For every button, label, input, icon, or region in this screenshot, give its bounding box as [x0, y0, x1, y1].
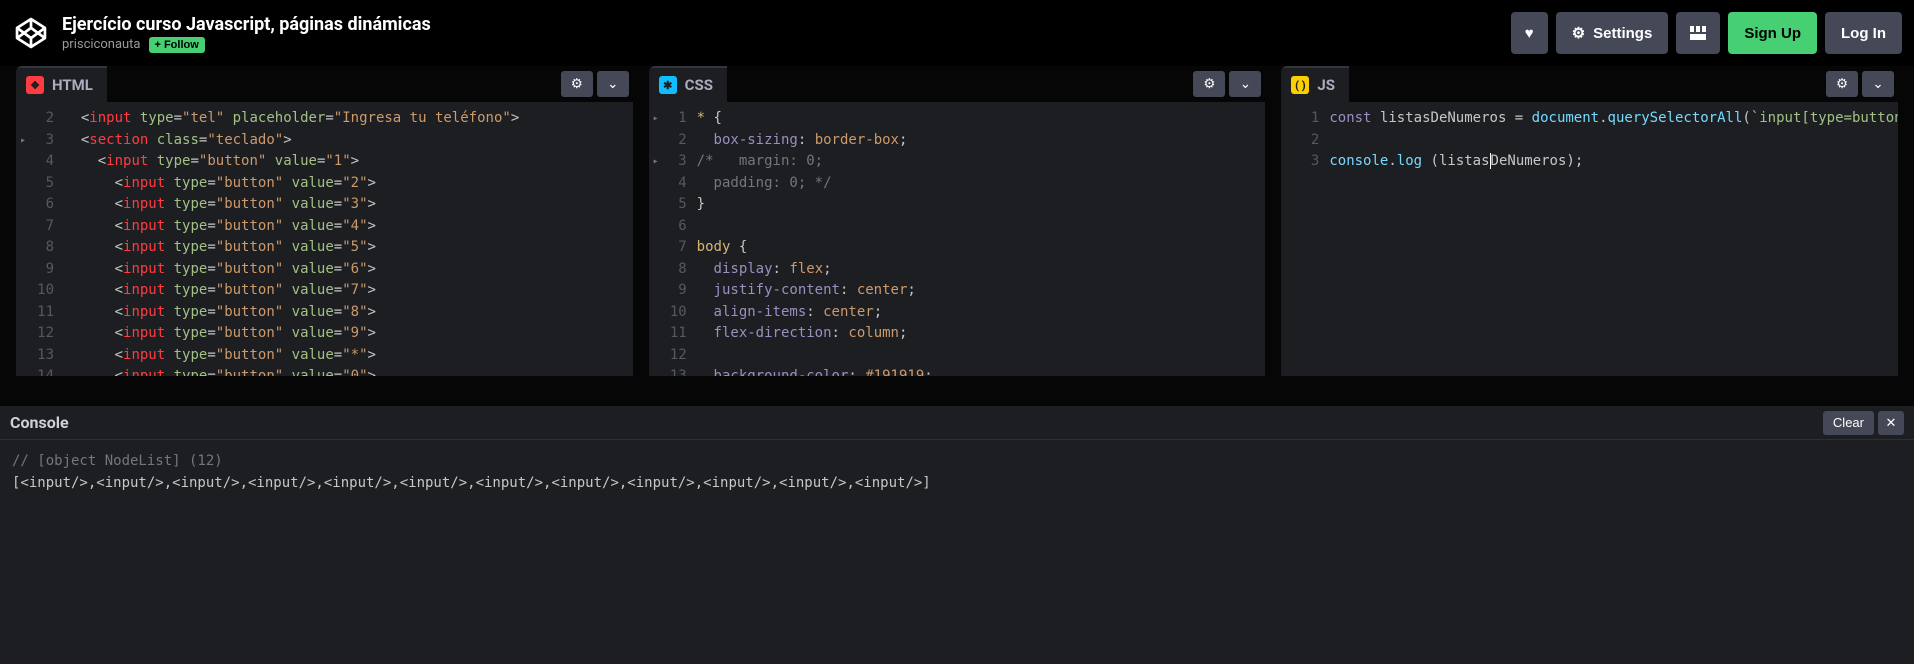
console-close-button[interactable]: ✕ [1878, 411, 1904, 435]
css-label: CSS [685, 76, 713, 94]
pen-title[interactable]: Ejercício curso Javascript, páginas diná… [62, 14, 1511, 35]
css-code-area[interactable]: 1▸23▸45678910111213 * { box-sizing: bord… [649, 102, 1266, 376]
author-name[interactable]: prisciconauta [62, 37, 141, 52]
app-header: Ejercício curso Javascript, páginas diná… [0, 0, 1914, 66]
follow-label: Follow [164, 39, 199, 51]
heart-button[interactable]: ♥ [1511, 12, 1548, 54]
html-tab[interactable]: ❖ HTML [16, 66, 107, 102]
js-dropdown-button[interactable]: ⌄ [1862, 71, 1894, 97]
settings-button[interactable]: ⚙ Settings [1556, 12, 1669, 54]
signup-button[interactable]: Sign Up [1728, 12, 1817, 54]
js-settings-button[interactable]: ⚙ [1826, 71, 1858, 97]
html-editor-header: ❖ HTML ⚙ ⌄ [16, 66, 633, 102]
js-tab[interactable]: ( ) JS [1281, 66, 1349, 102]
gear-icon: ⚙ [571, 76, 583, 92]
console-header: Console Clear ✕ [0, 406, 1914, 440]
heart-icon: ♥ [1525, 25, 1534, 42]
console-log-header: // [object NodeList] (12) [12, 450, 1902, 472]
console-log-line: [<input/>,<input/>,<input/>,<input/>,<in… [12, 472, 1902, 494]
html-code[interactable]: <input type="tel" placeholder="Ingresa t… [64, 108, 633, 376]
output-divider[interactable] [0, 376, 1914, 406]
header-buttons: ♥ ⚙ Settings Sign Up Log In [1511, 12, 1902, 54]
html-badge-icon: ❖ [26, 76, 44, 94]
css-settings-button[interactable]: ⚙ [1193, 71, 1225, 97]
js-badge-icon: ( ) [1291, 76, 1309, 94]
chevron-down-icon: ⌄ [1872, 76, 1883, 92]
html-label: HTML [52, 76, 93, 94]
chevron-down-icon: ⌄ [607, 76, 618, 92]
css-editor-header: ✱ CSS ⚙ ⌄ [649, 66, 1266, 102]
close-icon: ✕ [1886, 415, 1897, 431]
console-title: Console [10, 413, 69, 432]
js-gutter: 123 [1281, 108, 1329, 376]
css-gutter: 1▸23▸45678910111213 [649, 108, 697, 376]
css-dropdown-button[interactable]: ⌄ [1229, 71, 1261, 97]
chevron-down-icon: ⌄ [1240, 76, 1251, 92]
login-button[interactable]: Log In [1825, 12, 1902, 54]
follow-button[interactable]: + Follow [149, 37, 205, 53]
html-settings-button[interactable]: ⚙ [561, 71, 593, 97]
console-panel: Console Clear ✕ // [object NodeList] (12… [0, 406, 1914, 664]
js-label: JS [1317, 76, 1335, 94]
title-area: Ejercício curso Javascript, páginas diná… [62, 14, 1511, 53]
html-editor: ❖ HTML ⚙ ⌄ 23▸4567891011121314 <input ty… [16, 66, 633, 376]
css-tab[interactable]: ✱ CSS [649, 66, 727, 102]
js-code-area[interactable]: 123 const listasDeNumeros = document.que… [1281, 102, 1898, 376]
codepen-logo-icon[interactable] [12, 14, 50, 52]
css-code[interactable]: * { box-sizing: border-box;/* margin: 0;… [697, 108, 1266, 376]
js-code[interactable]: const listasDeNumeros = document.querySe… [1329, 108, 1898, 376]
settings-label: Settings [1593, 25, 1652, 42]
gear-icon: ⚙ [1572, 24, 1585, 42]
js-editor-header: ( ) JS ⚙ ⌄ [1281, 66, 1898, 102]
html-gutter: 23▸4567891011121314 [16, 108, 64, 376]
html-dropdown-button[interactable]: ⌄ [597, 71, 629, 97]
html-code-area[interactable]: 23▸4567891011121314 <input type="tel" pl… [16, 102, 633, 376]
console-clear-button[interactable]: Clear [1823, 411, 1874, 435]
layout-button[interactable] [1676, 12, 1720, 54]
plus-icon: + [155, 39, 161, 51]
gear-icon: ⚙ [1836, 76, 1848, 92]
editors-row: ❖ HTML ⚙ ⌄ 23▸4567891011121314 <input ty… [0, 66, 1914, 376]
js-editor: ( ) JS ⚙ ⌄ 123 const listasDeNumeros = d… [1281, 66, 1898, 376]
layout-icon [1690, 26, 1706, 40]
gear-icon: ⚙ [1203, 76, 1215, 92]
css-badge-icon: ✱ [659, 76, 677, 94]
console-body[interactable]: // [object NodeList] (12) [<input/>,<inp… [0, 440, 1914, 504]
css-editor: ✱ CSS ⚙ ⌄ 1▸23▸45678910111213 * { box-si… [649, 66, 1266, 376]
